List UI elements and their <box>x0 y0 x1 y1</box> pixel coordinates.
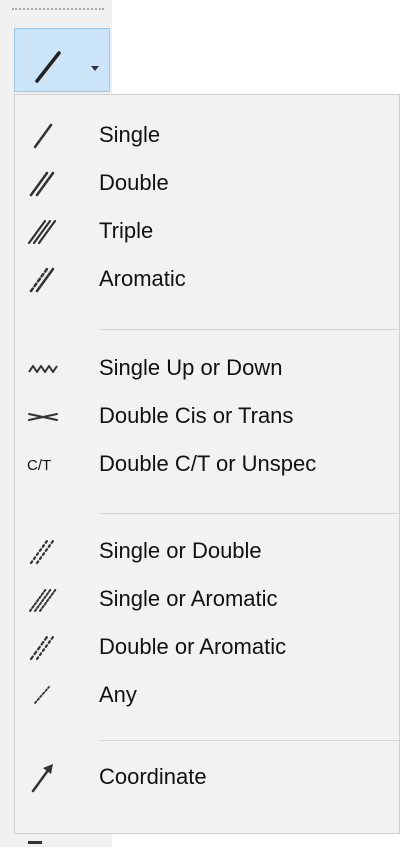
ct-text-icon: C/T <box>27 457 51 474</box>
double-bond-icon <box>29 171 55 197</box>
menu-item-double-cis-or-trans[interactable]: Double Cis or Trans <box>15 392 399 440</box>
menu-separator <box>99 740 399 741</box>
menu-item-label: Single or Aromatic <box>99 586 278 611</box>
menu-item-single-up-or-down[interactable]: Single Up or Down <box>15 344 399 392</box>
crossed-double-bond-icon <box>28 413 58 421</box>
aromatic-bond-icon <box>29 267 55 293</box>
wavy-bond-icon <box>28 365 58 373</box>
menu-item-label: Any <box>99 682 137 707</box>
triple-bond-icon <box>27 219 57 245</box>
menu-item-any[interactable]: Any <box>15 671 399 719</box>
svg-text:C/T: C/T <box>27 457 51 474</box>
menu-item-label: Double <box>99 170 169 195</box>
single-or-double-bond-icon <box>29 539 55 565</box>
double-or-aromatic-bond-icon <box>29 635 55 661</box>
menu-item-single-or-aromatic[interactable]: Single or Aromatic <box>15 575 399 623</box>
menu-separator <box>99 329 399 330</box>
single-bond-icon <box>35 51 61 83</box>
bond-type-menu: Single Double Triple Aromatic Single Up … <box>14 94 400 834</box>
single-bond-icon <box>33 123 53 149</box>
menu-item-label: Single <box>99 122 161 147</box>
menu-item-coordinate[interactable]: Coordinate <box>15 753 399 801</box>
menu-item-double[interactable]: Double <box>15 159 399 207</box>
menu-separator <box>99 513 399 514</box>
bond-type-split-button[interactable] <box>14 28 110 92</box>
menu-item-aromatic[interactable]: Aromatic <box>15 255 399 303</box>
menu-item-label: Single Up or Down <box>99 355 283 380</box>
menu-item-label: Coordinate <box>99 764 207 789</box>
menu-item-label: Double Cis or Trans <box>99 403 294 428</box>
menu-item-label: Triple <box>99 218 154 243</box>
toolbar-grip <box>12 8 104 10</box>
next-toolbar-button[interactable] <box>14 836 110 847</box>
menu-item-label: Single or Double <box>99 538 262 563</box>
chevron-down-icon[interactable] <box>91 66 99 71</box>
menu-item-double-ct-or-unspec[interactable]: C/T Double C/T or Unspec <box>15 440 399 488</box>
menu-item-label: Aromatic <box>99 266 186 291</box>
menu-item-label: Double or Aromatic <box>99 634 287 659</box>
coordinate-bond-icon <box>31 764 53 793</box>
any-bond-icon <box>34 686 50 704</box>
minus-icon <box>28 841 42 844</box>
menu-item-triple[interactable]: Triple <box>15 207 399 255</box>
menu-item-label: Double C/T or Unspec <box>99 451 317 476</box>
menu-item-single[interactable]: Single <box>15 111 399 159</box>
menu-item-single-or-double[interactable]: Single or Double <box>15 527 399 575</box>
menu-item-double-or-aromatic[interactable]: Double or Aromatic <box>15 623 399 671</box>
single-or-aromatic-bond-icon <box>29 588 57 612</box>
